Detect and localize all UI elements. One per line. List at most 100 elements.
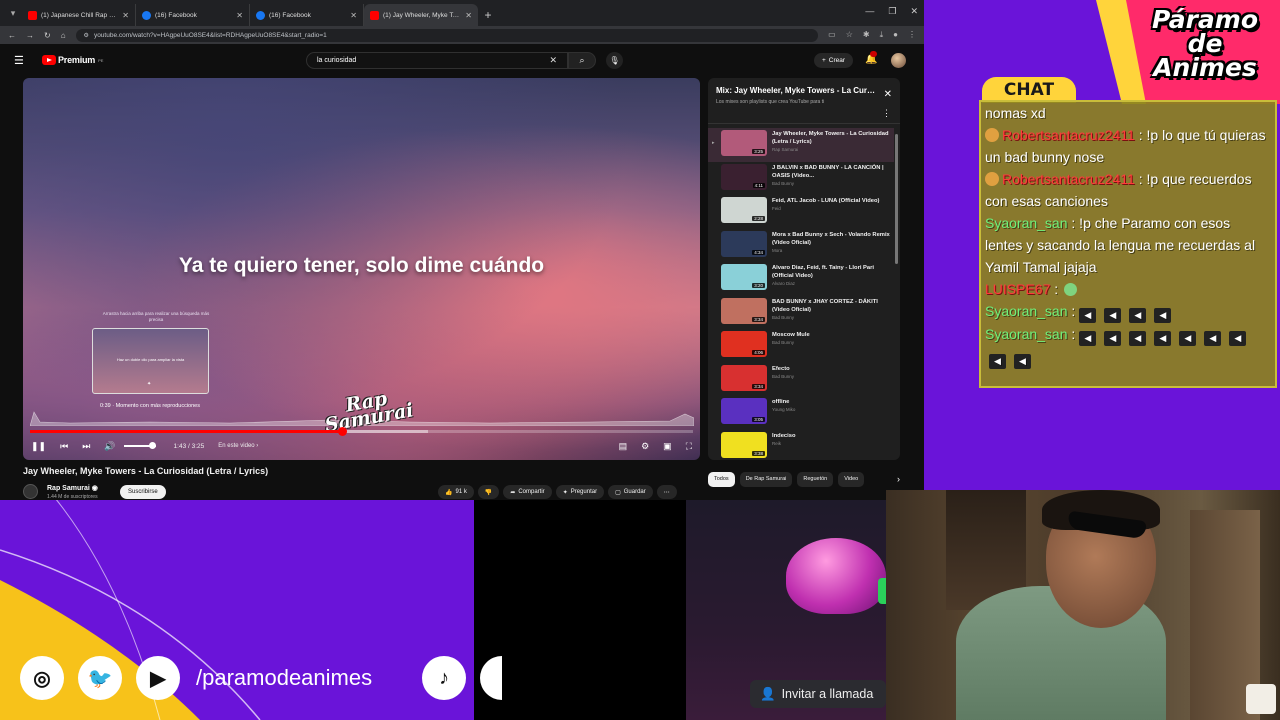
playlist-item-title: Mora x Bad Bunny x Sech - Volando Remix … (772, 231, 890, 246)
playlist-item[interactable]: 3:38 Indeciso Reik (708, 430, 894, 461)
subscribe-button[interactable]: Suscribirse (120, 485, 166, 499)
playlist-scrollbar[interactable] (895, 134, 898, 264)
invite-to-call-button[interactable]: 👤 Invitar a llamada (750, 680, 886, 708)
cast-icon[interactable]: ▭ (828, 30, 836, 40)
channel-watermark: Rap Samurai (321, 386, 415, 437)
tab-search-icon[interactable]: ▾ (4, 0, 22, 26)
microphone-icon: 🎙 (609, 56, 620, 65)
new-tab-button[interactable]: + (478, 4, 498, 26)
browser-tab[interactable]: (16) Facebook ✕ (136, 4, 250, 26)
playlist-item[interactable]: 2:28 Feid, ATL Jacob - LUNA (Official Vid… (708, 195, 894, 229)
playlist-item[interactable]: 3:20 Alvaro Diaz, Feid, ft. Tainy - Llori… (708, 262, 894, 296)
forward-icon[interactable]: → (26, 31, 34, 40)
search-query: la curiosidad (317, 57, 357, 64)
channel-avatar[interactable] (23, 484, 38, 499)
volume-icon[interactable]: 🔊 (104, 441, 115, 452)
channel-name[interactable]: Rap Samurai ◉ (47, 484, 98, 492)
ask-button[interactable]: ✦ Preguntar (555, 485, 605, 499)
extensions-icon[interactable]: ✱ (863, 30, 870, 40)
dislike-button[interactable]: 👎 (477, 485, 500, 499)
maximize-icon[interactable]: ❐ (888, 6, 896, 17)
browser-window: ▾ (1) Japanese Chill Rap & Hip-H✕(16) Fa… (0, 0, 924, 500)
seek-preview-thumbnail: Haz un doble clic para ampliar la vista … (92, 328, 209, 394)
tab-title: (1) Japanese Chill Rap & Hip-H (41, 11, 118, 19)
previous-icon[interactable]: ⏮ (60, 441, 68, 452)
progress-bar[interactable] (30, 427, 693, 436)
tiktok-icon: ♪ (422, 656, 467, 700)
facebook-favicon-icon (142, 10, 151, 20)
browser-tab[interactable]: (1) Japanese Chill Rap & Hip-H ✕ (22, 4, 136, 26)
social-handle: /paramodeanimes (196, 665, 373, 690)
miniplayer-icon[interactable]: ▣ (663, 441, 672, 452)
create-button[interactable]: + Crear (814, 53, 854, 68)
plus-icon: + (822, 57, 826, 64)
more-actions-button[interactable]: ⋯ (656, 485, 677, 499)
back-icon[interactable]: ← (8, 31, 16, 40)
video-title: Jay Wheeler, Myke Towers - La Curiosidad… (23, 466, 269, 476)
video-player[interactable]: Ya te quiero tener, solo dime cuándo Arr… (23, 78, 700, 460)
like-button[interactable]: 👍 91 k (438, 485, 474, 499)
close-window-icon[interactable]: ✕ (910, 6, 918, 17)
share-button[interactable]: ➦ Compartir (503, 485, 552, 499)
url-field[interactable]: ⚙ youtube.com/watch?v=HAgpeUuO8SE4&list=… (75, 28, 819, 42)
playlist-item-text: Jay Wheeler, Myke Towers - La Curiosidad… (772, 130, 890, 152)
clear-search-icon[interactable]: ✕ (549, 55, 557, 66)
close-tab-icon[interactable]: ✕ (236, 11, 243, 20)
playlist-item[interactable]: 4:06 Moscow Mule Bad Bunny (708, 329, 894, 363)
playlist-thumbnail: 3:38 (721, 431, 767, 458)
mix-playlist-panel: Mix: Jay Wheeler, Myke Towers - La Curio… (708, 78, 900, 460)
search-input[interactable]: la curiosidad ✕ (306, 52, 568, 69)
player-right-controls: ▤ ⚙ ▣ ⛶ (619, 441, 692, 452)
chapter-button[interactable]: En este video › (218, 443, 258, 449)
youtube-logo[interactable]: Premium PE (42, 55, 103, 65)
site-info-icon[interactable]: ⚙ (84, 32, 89, 39)
playlist-item[interactable]: 3:05 offline Young Miko (708, 396, 894, 430)
fullscreen-icon[interactable]: ⛶ (686, 441, 692, 452)
playlist-item-text: Alvaro Diaz, Feid, ft. Tainy - Llori Par… (772, 264, 890, 286)
chips-next-icon[interactable]: › (897, 474, 900, 484)
voice-search-button[interactable]: 🎙 (606, 52, 623, 69)
filter-chip[interactable]: De Rap Samurai (739, 471, 793, 487)
playlist-item[interactable]: 4:34 Mora x Bad Bunny x Sech - Volando Re… (708, 229, 894, 263)
filter-chip[interactable]: Reguetón (797, 471, 834, 487)
save-button[interactable]: ▢ Guardar (608, 485, 653, 499)
playlist-item[interactable]: 3:34 Efecto Bad Bunny (708, 363, 894, 397)
browser-menu-icon[interactable]: ⋮ (908, 30, 916, 40)
scrubber-handle[interactable] (337, 427, 347, 436)
playlist-title[interactable]: Mix: Jay Wheeler, Myke Towers - La Curio… (716, 86, 876, 95)
pause-icon[interactable]: ❚❚ (31, 441, 46, 452)
browser-tab[interactable]: (16) Facebook ✕ (250, 4, 364, 26)
chat-username: Syaoran_san (985, 215, 1068, 231)
account-avatar[interactable] (891, 53, 906, 68)
home-icon[interactable]: ⌂ (61, 31, 66, 40)
playlist-item[interactable]: ▸ 3:25 Jay Wheeler, Myke Towers - La Curio… (708, 128, 894, 162)
settings-gear-icon[interactable]: ⚙ (641, 441, 649, 452)
filter-chip[interactable]: Todos (708, 471, 735, 487)
volume-slider[interactable] (123, 442, 156, 449)
downloads-icon[interactable]: ⤓ (880, 30, 884, 40)
close-tab-icon[interactable]: ✕ (122, 11, 129, 20)
playlist-item[interactable]: 4:11 J BALVIN x BAD BUNNY - LA CANCIÓN | … (708, 162, 894, 196)
profile-icon[interactable]: ● (893, 30, 898, 40)
minimize-icon[interactable]: — (865, 6, 874, 17)
close-playlist-icon[interactable]: ✕ (884, 89, 892, 100)
filter-chip[interactable]: Video (838, 471, 865, 487)
next-icon[interactable]: ⏭ (82, 441, 90, 452)
chat-message: nomas xd (981, 102, 1275, 124)
reload-icon[interactable]: ↻ (44, 31, 51, 40)
playlist-menu-icon[interactable]: ⋮ (882, 108, 891, 119)
brand-title: Páramo de Animes (1151, 5, 1259, 82)
search-icon: ⌕ (579, 55, 585, 65)
drag-handle (712, 197, 716, 207)
subtitles-icon[interactable]: ▤ (619, 441, 628, 452)
notification-badge (870, 51, 877, 57)
guide-menu-icon[interactable]: ☰ (14, 54, 30, 67)
time-display: 1:43 / 3:25 (173, 442, 205, 450)
close-tab-icon[interactable]: ✕ (350, 11, 357, 20)
chat-username: LUISPE67 (985, 281, 1051, 297)
browser-tab[interactable]: (1) Jay Wheeler, Myke Towe ✕ (364, 4, 478, 26)
close-tab-icon[interactable]: ✕ (465, 11, 472, 20)
search-button[interactable]: ⌕ (568, 52, 596, 69)
playlist-item[interactable]: 3:34 BAD BUNNY x JHAY CORTEZ - DÁKITI (Vi… (708, 296, 894, 330)
bookmark-star-icon[interactable]: ☆ (846, 30, 853, 40)
